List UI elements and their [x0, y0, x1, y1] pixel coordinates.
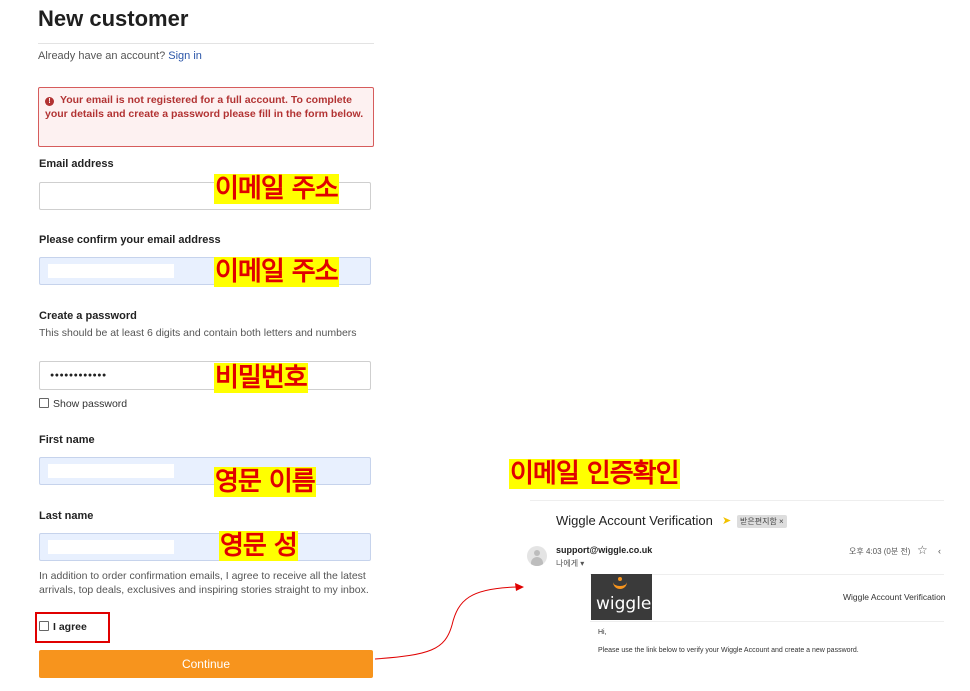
annotation-verify: 이메일 인증확인 — [509, 459, 680, 489]
email-top-divider — [530, 500, 944, 501]
email-body-line — [590, 621, 944, 622]
email-header-title: Wiggle Account Verification — [843, 592, 946, 602]
recipient-dropdown[interactable]: 나에게 ▾ — [556, 558, 584, 569]
importance-marker-icon: ➤ — [722, 515, 732, 527]
more-icon[interactable]: ‹ — [938, 546, 941, 556]
wiggle-logo: wiggle — [591, 574, 652, 620]
sender-address: support@wiggle.co.uk — [556, 545, 653, 555]
email-greeting: Hi, — [598, 629, 607, 636]
avatar — [527, 546, 547, 566]
connector-arrow — [374, 583, 524, 660]
star-icon[interactable]: ☆ — [917, 543, 928, 557]
inbox-tag[interactable]: 받은편지함 × — [737, 515, 787, 528]
email-message: Please use the link below to verify your… — [598, 647, 859, 654]
email-time: 오후 4:03 (0분 전) — [849, 547, 911, 556]
email-subject: Wiggle Account Verification — [556, 513, 713, 528]
logo-text: wiggle — [596, 594, 652, 614]
